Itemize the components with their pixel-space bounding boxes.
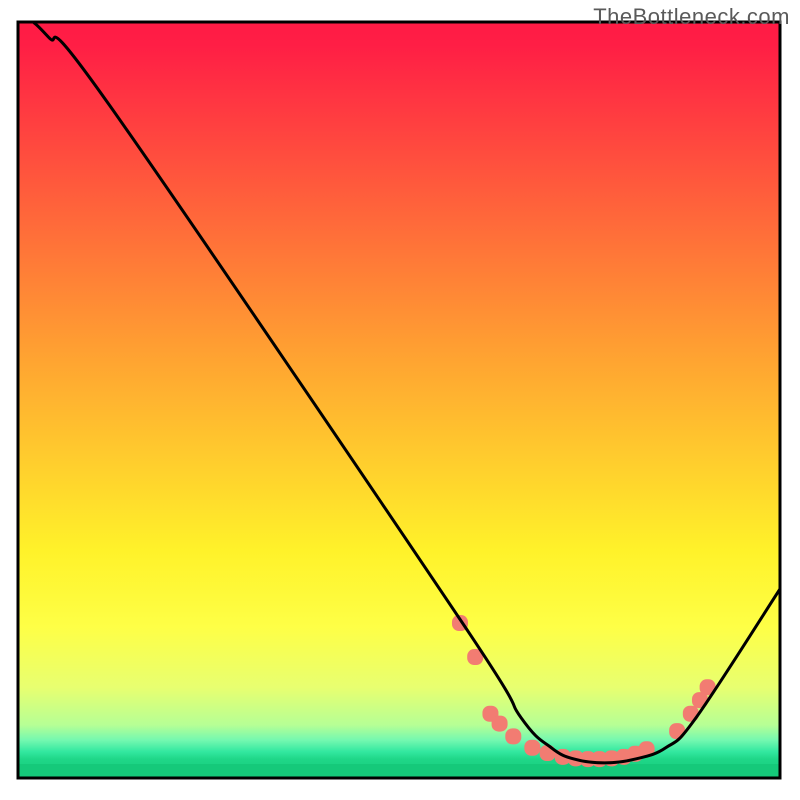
curve-marker xyxy=(505,728,521,744)
bottleneck-chart: TheBottleneck.com xyxy=(0,0,800,800)
chart-svg xyxy=(0,0,800,800)
bottom-green-band xyxy=(18,764,780,778)
curve-marker xyxy=(492,716,508,732)
curve-marker xyxy=(524,740,540,756)
watermark-text: TheBottleneck.com xyxy=(593,4,790,30)
